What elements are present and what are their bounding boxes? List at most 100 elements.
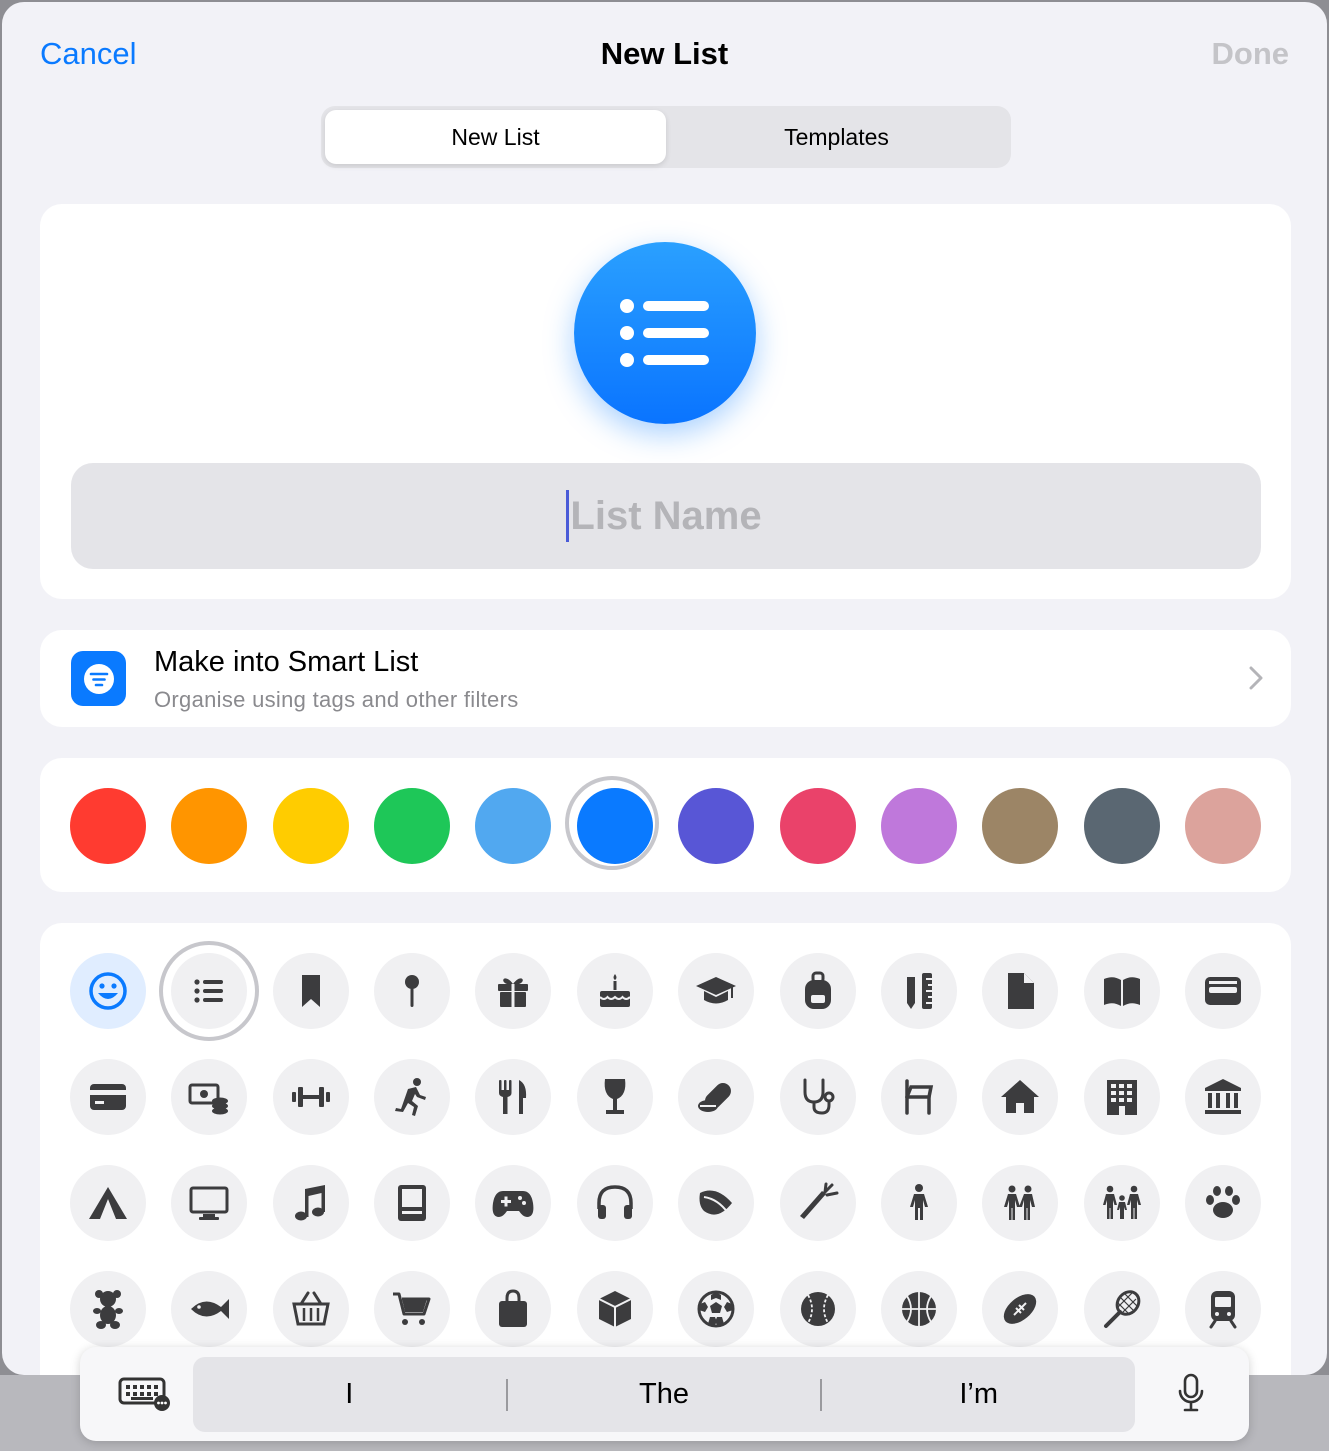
headphones-icon — [597, 1185, 633, 1219]
new-list-sheet: Cancel New List Done New List Templates … — [2, 2, 1327, 1375]
icon-option-wine-glass[interactable] — [576, 1059, 653, 1135]
icon-option-paw[interactable] — [1184, 1165, 1261, 1241]
icon-option-two-people[interactable] — [982, 1165, 1059, 1241]
icon-option-fork-knife[interactable] — [475, 1059, 552, 1135]
color-swatches — [70, 776, 1261, 870]
suggestion-3[interactable]: I’m — [822, 1378, 1135, 1411]
color-swatch-pink[interactable] — [779, 788, 856, 864]
keyboard-shortcut-bar: I The I’m — [80, 1347, 1249, 1441]
icon-option-person[interactable] — [880, 1165, 957, 1241]
icon-option-chair[interactable] — [880, 1059, 957, 1135]
icon-option-dumbbell[interactable] — [272, 1059, 349, 1135]
icon-option-fish[interactable] — [171, 1271, 248, 1347]
icon-option-carrot[interactable] — [779, 1165, 856, 1241]
icon-option-tennis-racket[interactable] — [1083, 1271, 1160, 1347]
icon-option-wallet[interactable] — [1184, 953, 1261, 1029]
page-title: New List — [600, 36, 729, 71]
icon-option-train[interactable] — [1184, 1271, 1261, 1347]
icon-option-pills[interactable] — [678, 1059, 755, 1135]
icon-option-smiley[interactable] — [70, 953, 146, 1029]
icon-option-backpack[interactable] — [779, 953, 856, 1029]
microphone-icon[interactable] — [1177, 1373, 1205, 1413]
dumbbell-icon — [291, 1087, 330, 1107]
icon-option-basketball[interactable] — [880, 1271, 957, 1347]
music-note-icon — [294, 1185, 325, 1221]
smart-list-row[interactable]: Make into Smart List Organise using tags… — [40, 630, 1291, 727]
icon-option-leaf[interactable] — [678, 1165, 755, 1241]
pencil-ruler-icon — [906, 973, 932, 1009]
icon-option-graduation-cap[interactable] — [678, 953, 755, 1029]
icon-option-running-person[interactable] — [374, 1059, 451, 1135]
color-swatch-light-blue[interactable] — [475, 788, 552, 864]
color-swatch-rose[interactable] — [1184, 788, 1261, 864]
color-picker-card — [40, 758, 1291, 892]
desktop-icon — [189, 1186, 229, 1220]
keyboard-icon[interactable] — [118, 1376, 174, 1412]
icon-picker-card — [40, 923, 1291, 1375]
icon-option-cart[interactable] — [374, 1271, 451, 1347]
icon-option-teddy-bear[interactable] — [70, 1271, 146, 1347]
color-swatch-green[interactable] — [374, 788, 451, 864]
tab-new-list[interactable]: New List — [325, 110, 666, 164]
icon-option-shopping-bag[interactable] — [475, 1271, 552, 1347]
icon-option-money[interactable] — [171, 1059, 248, 1135]
icon-option-basket[interactable] — [272, 1271, 349, 1347]
icon-option-list[interactable] — [159, 941, 260, 1041]
done-button[interactable]: Done — [1212, 36, 1290, 72]
tennis-racket-icon — [1103, 1290, 1140, 1328]
list-icon — [194, 979, 224, 1003]
color-swatch-red[interactable] — [70, 788, 146, 864]
gift-icon — [498, 978, 529, 1007]
icon-option-birthday-cake[interactable] — [576, 953, 653, 1029]
icon-option-football[interactable] — [982, 1271, 1059, 1347]
computer-icon — [398, 1185, 427, 1221]
icon-option-baseball[interactable] — [779, 1271, 856, 1347]
icon-option-book[interactable] — [1083, 953, 1160, 1029]
list-name-input[interactable] — [71, 463, 1261, 569]
color-swatch-orange[interactable] — [171, 788, 248, 864]
icon-option-stethoscope[interactable] — [779, 1059, 856, 1135]
train-icon — [1209, 1291, 1237, 1329]
building-icon — [1106, 1080, 1137, 1115]
icon-option-pin[interactable] — [374, 953, 451, 1029]
icon-option-soccer-ball[interactable] — [678, 1271, 755, 1347]
teddy-bear-icon — [93, 1290, 123, 1329]
pills-icon — [698, 1083, 732, 1112]
icon-option-pencil-ruler[interactable] — [880, 953, 957, 1029]
mode-segmented-control: New List Templates — [321, 106, 1011, 168]
icon-option-music-note[interactable] — [272, 1165, 349, 1241]
gamecontroller-icon — [493, 1191, 534, 1217]
icon-option-family[interactable] — [1083, 1165, 1160, 1241]
running-person-icon — [395, 1078, 427, 1116]
color-swatch-brown[interactable] — [982, 788, 1059, 864]
color-swatch-purple[interactable] — [880, 788, 957, 864]
icon-option-bookmark[interactable] — [272, 953, 349, 1029]
wallet-icon — [1204, 977, 1241, 1005]
icon-option-desktop[interactable] — [171, 1165, 248, 1241]
suggestion-2[interactable]: The — [508, 1378, 821, 1411]
icon-option-gamecontroller[interactable] — [475, 1165, 552, 1241]
color-swatch-indigo[interactable] — [678, 788, 755, 864]
suggestion-1[interactable]: I — [193, 1378, 506, 1411]
color-swatch-blue[interactable] — [564, 776, 659, 870]
credit-card-icon — [90, 1084, 126, 1110]
icon-option-box[interactable] — [576, 1271, 653, 1347]
icon-option-house[interactable] — [982, 1059, 1059, 1135]
icon-option-headphones[interactable] — [576, 1165, 653, 1241]
icon-option-gift[interactable] — [475, 953, 552, 1029]
icon-option-tent[interactable] — [70, 1165, 146, 1241]
icon-grid — [70, 941, 1261, 1347]
icon-option-building[interactable] — [1083, 1059, 1160, 1135]
smart-list-subtitle: Organise using tags and other filters — [154, 687, 519, 712]
icon-option-computer[interactable] — [374, 1165, 451, 1241]
icon-option-credit-card[interactable] — [70, 1059, 146, 1135]
color-swatch-gray[interactable] — [1083, 788, 1160, 864]
book-icon — [1103, 977, 1140, 1006]
color-swatch-yellow[interactable] — [272, 788, 349, 864]
smiley-icon — [89, 972, 127, 1010]
icon-option-document[interactable] — [982, 953, 1059, 1029]
leaf-icon — [699, 1190, 733, 1215]
tab-templates[interactable]: Templates — [666, 110, 1007, 164]
wine-glass-icon — [604, 1079, 626, 1114]
icon-option-bank[interactable] — [1184, 1059, 1261, 1135]
